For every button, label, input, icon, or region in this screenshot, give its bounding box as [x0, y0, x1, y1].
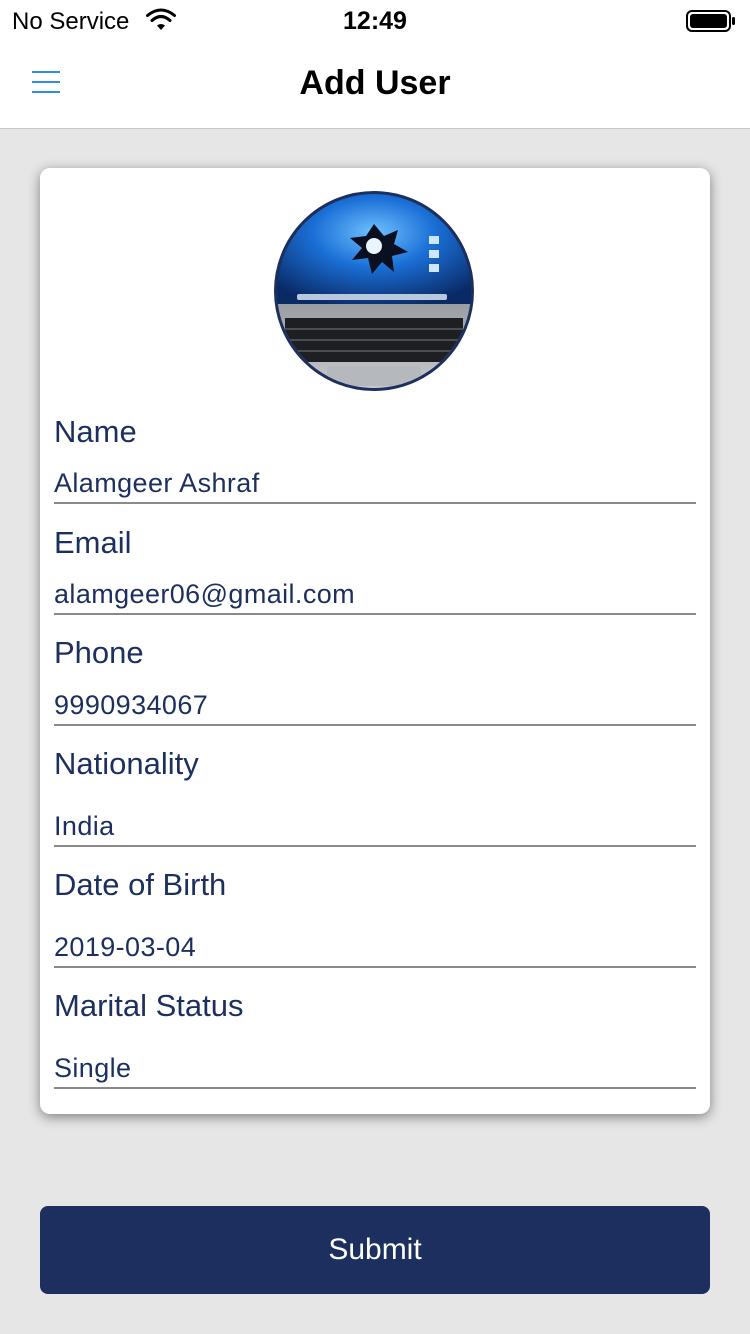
user-avatar[interactable] — [274, 191, 474, 391]
marital-status-label: Marital Status — [54, 988, 244, 1023]
nationality-input[interactable] — [54, 807, 696, 847]
nationality-field: Nationality — [54, 746, 696, 847]
phone-field: Phone — [54, 635, 696, 726]
date-of-birth-input[interactable] — [54, 928, 696, 968]
submit-button[interactable]: Submit — [40, 1206, 710, 1294]
user-form-card: Name Email Phone Nationality Date of Bir… — [40, 168, 710, 1114]
date-of-birth-label: Date of Birth — [54, 867, 227, 902]
navigation-bar: Add User — [0, 40, 750, 129]
phone-input[interactable] — [54, 686, 696, 726]
name-label: Name — [54, 414, 137, 449]
email-field: Email — [54, 525, 696, 615]
laptop-photo — [277, 194, 471, 388]
name-input[interactable] — [54, 464, 696, 504]
nationality-label: Nationality — [54, 746, 199, 781]
marital-status-input[interactable] — [54, 1049, 696, 1089]
clock: 12:49 — [343, 7, 407, 35]
battery-icon — [686, 10, 735, 32]
email-input[interactable] — [54, 575, 696, 615]
phone-label: Phone — [54, 635, 144, 670]
page-title: Add User — [299, 64, 451, 102]
marital-status-field: Marital Status — [54, 988, 696, 1089]
date-of-birth-field: Date of Birth — [54, 867, 696, 968]
name-field: Name — [54, 414, 696, 504]
email-label: Email — [54, 525, 132, 560]
status-bar: No Service 12:49 — [0, 0, 750, 40]
